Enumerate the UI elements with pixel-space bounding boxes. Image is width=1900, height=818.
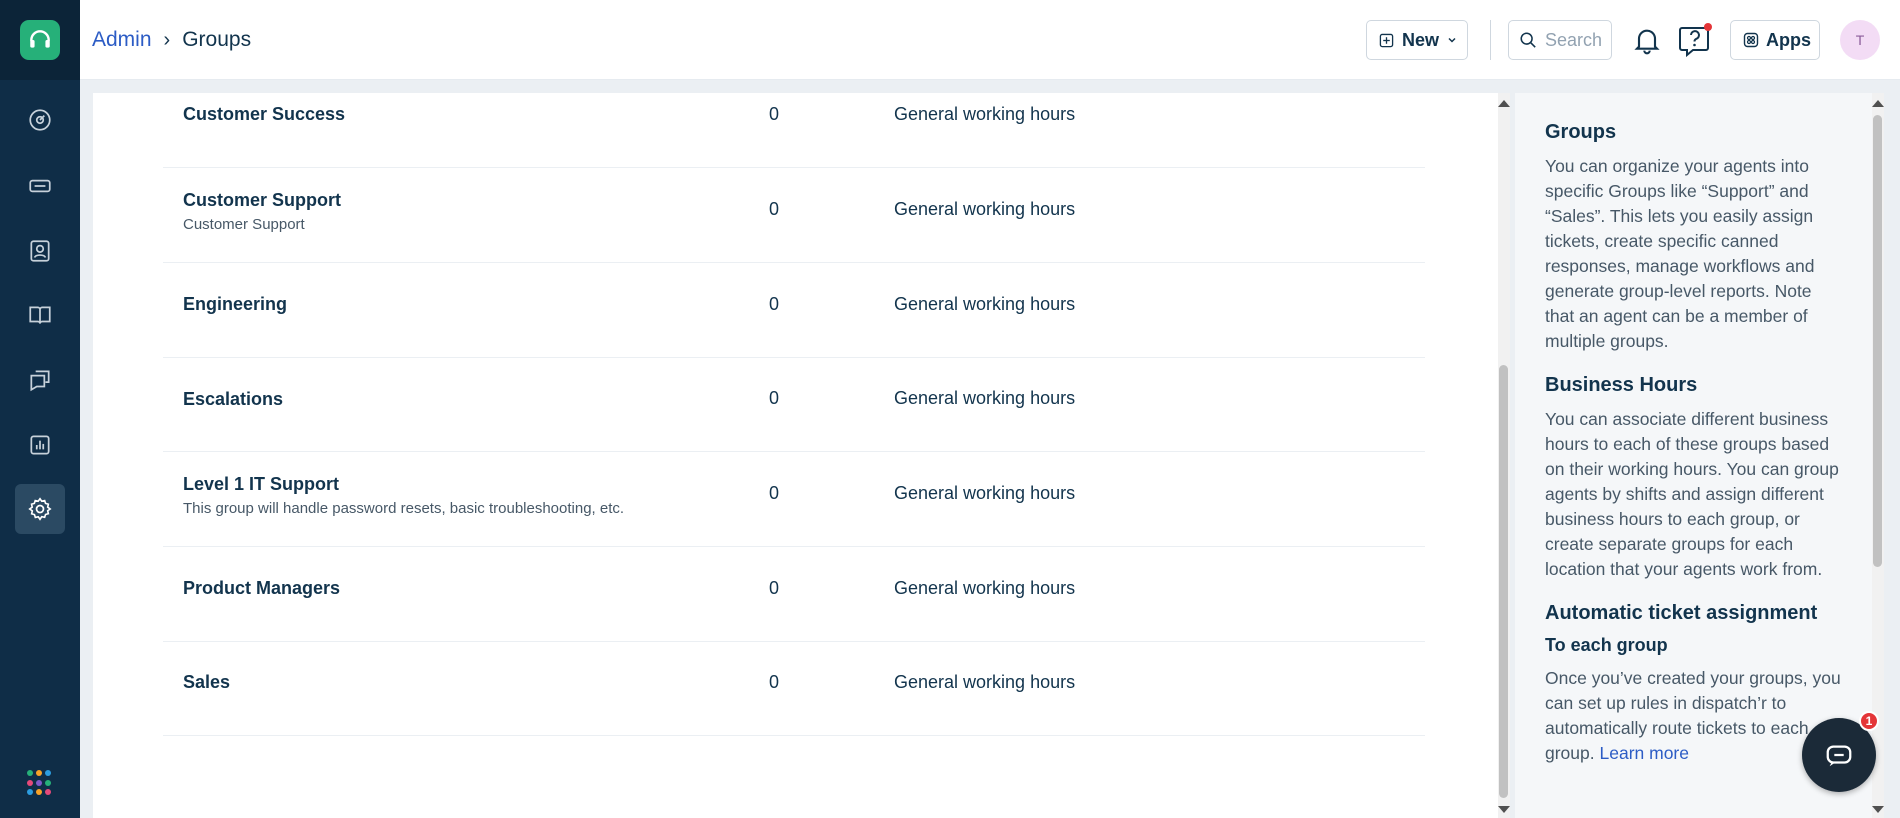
help-scrollbar-thumb[interactable] [1873, 115, 1882, 567]
help-panel: Groups You can organize your agents into… [1515, 93, 1872, 818]
top-bar: Admin › Groups New Search Apps T [80, 0, 1900, 80]
nav-solutions[interactable] [15, 290, 65, 340]
chevron-down-icon [1448, 37, 1456, 43]
group-agent-count: 0 [769, 104, 780, 124]
chat-icon [1826, 745, 1852, 767]
scroll-up-arrow-icon[interactable] [1872, 100, 1884, 107]
nav-forums[interactable] [15, 355, 65, 405]
learn-more-link[interactable]: Learn more [1600, 743, 1690, 763]
solutions-icon [29, 306, 51, 324]
scroll-down-arrow-icon[interactable] [1872, 806, 1884, 813]
group-business-hours: General working hours [894, 388, 1076, 408]
left-navigation [0, 0, 80, 818]
apps-button[interactable]: Apps [1730, 20, 1820, 60]
group-description: Customer Support [183, 216, 305, 233]
apps-icon [1743, 32, 1759, 48]
help-auto-subtitle: To each group [1545, 635, 1668, 655]
group-agent-count: 0 [769, 483, 780, 503]
group-business-hours: General working hours [894, 104, 1076, 124]
group-name[interactable]: Product Managers [183, 578, 340, 599]
tickets-icon [29, 179, 51, 193]
nav-contacts[interactable] [15, 226, 65, 276]
page-title: Groups [182, 28, 252, 51]
group-row[interactable]: Escalations 0 General working hours [163, 357, 1425, 452]
new-button[interactable]: New [1366, 20, 1468, 60]
app-switcher-icon[interactable] [27, 770, 53, 796]
chat-notification-badge: 1 [1859, 711, 1879, 731]
user-avatar[interactable]: T [1840, 20, 1880, 60]
group-business-hours: General working hours [894, 578, 1076, 598]
help-auto-title: Automatic ticket assignment [1545, 602, 1818, 624]
group-agent-count: 0 [769, 294, 780, 314]
help-button[interactable] [1678, 22, 1714, 58]
breadcrumb-separator-icon: › [163, 28, 171, 51]
group-name[interactable]: Customer Support [183, 190, 341, 211]
dashboard-icon [29, 109, 51, 131]
nav-tickets[interactable] [15, 161, 65, 211]
group-row[interactable]: Customer Support Customer Support 0 Gene… [163, 168, 1425, 263]
search-input[interactable]: Search [1508, 20, 1612, 60]
search-placeholder: Search [1545, 29, 1603, 50]
group-row[interactable]: Engineering 0 General working hours [163, 263, 1425, 358]
group-agent-count: 0 [769, 199, 780, 219]
search-icon [1520, 32, 1536, 48]
breadcrumb-admin-link[interactable]: Admin [92, 28, 152, 52]
nav-dashboard[interactable] [15, 95, 65, 145]
bell-icon [1634, 29, 1660, 55]
notifications-button[interactable] [1631, 24, 1663, 56]
headset-icon [30, 30, 50, 48]
help-groups-text: You can organize your agents into specif… [1545, 156, 1815, 351]
group-business-hours: General working hours [894, 199, 1076, 219]
group-agent-count: 0 [769, 672, 780, 692]
help-auto-text-body: Once you’ve created your groups, you can… [1545, 668, 1841, 763]
main-scrollbar[interactable] [1498, 93, 1510, 818]
new-button-label: New [1402, 29, 1440, 50]
plus-square-icon [1379, 33, 1394, 47]
group-business-hours: General working hours [894, 672, 1076, 692]
group-name[interactable]: Level 1 IT Support [183, 474, 339, 495]
group-agent-count: 0 [769, 578, 780, 598]
group-business-hours: General working hours [894, 483, 1076, 503]
freshdesk-logo[interactable] [20, 20, 60, 60]
admin-gear-icon [28, 497, 52, 521]
group-row[interactable]: Level 1 IT Support This group will handl… [163, 452, 1425, 547]
reports-icon [30, 435, 50, 455]
help-hours-text: You can associate different business hou… [1545, 409, 1839, 579]
help-auto-text: Once you’ve created your groups, you can… [1545, 666, 1845, 766]
group-row[interactable]: Sales 0 General working hours [163, 641, 1425, 736]
forums-icon [30, 370, 50, 392]
scroll-up-arrow-icon[interactable] [1498, 100, 1510, 107]
help-question-icon [1679, 23, 1712, 58]
toolbar-divider [1490, 20, 1491, 60]
group-name[interactable]: Escalations [183, 389, 283, 410]
nav-reports[interactable] [15, 420, 65, 470]
help-hours-title: Business Hours [1545, 374, 1698, 396]
contacts-icon [30, 240, 50, 262]
group-name[interactable]: Sales [183, 672, 230, 693]
group-row[interactable]: Customer Success 0 General working hours [163, 73, 1425, 168]
nav-admin[interactable] [15, 484, 65, 534]
group-row[interactable]: Product Managers 0 General working hours [163, 547, 1425, 642]
group-name[interactable]: Engineering [183, 294, 287, 315]
group-name[interactable]: Customer Success [183, 104, 345, 125]
help-groups-title: Groups [1545, 121, 1617, 143]
main-scrollbar-thumb[interactable] [1499, 365, 1508, 798]
group-business-hours: General working hours [894, 294, 1076, 314]
group-description: This group will handle password resets, … [183, 500, 625, 517]
help-scrollbar[interactable] [1872, 93, 1884, 818]
groups-list-panel: Customer Success 0 General working hours… [93, 93, 1505, 818]
group-agent-count: 0 [769, 388, 780, 408]
apps-button-label: Apps [1766, 29, 1811, 50]
breadcrumb: Admin › Groups [92, 28, 251, 52]
scroll-down-arrow-icon[interactable] [1498, 806, 1510, 813]
